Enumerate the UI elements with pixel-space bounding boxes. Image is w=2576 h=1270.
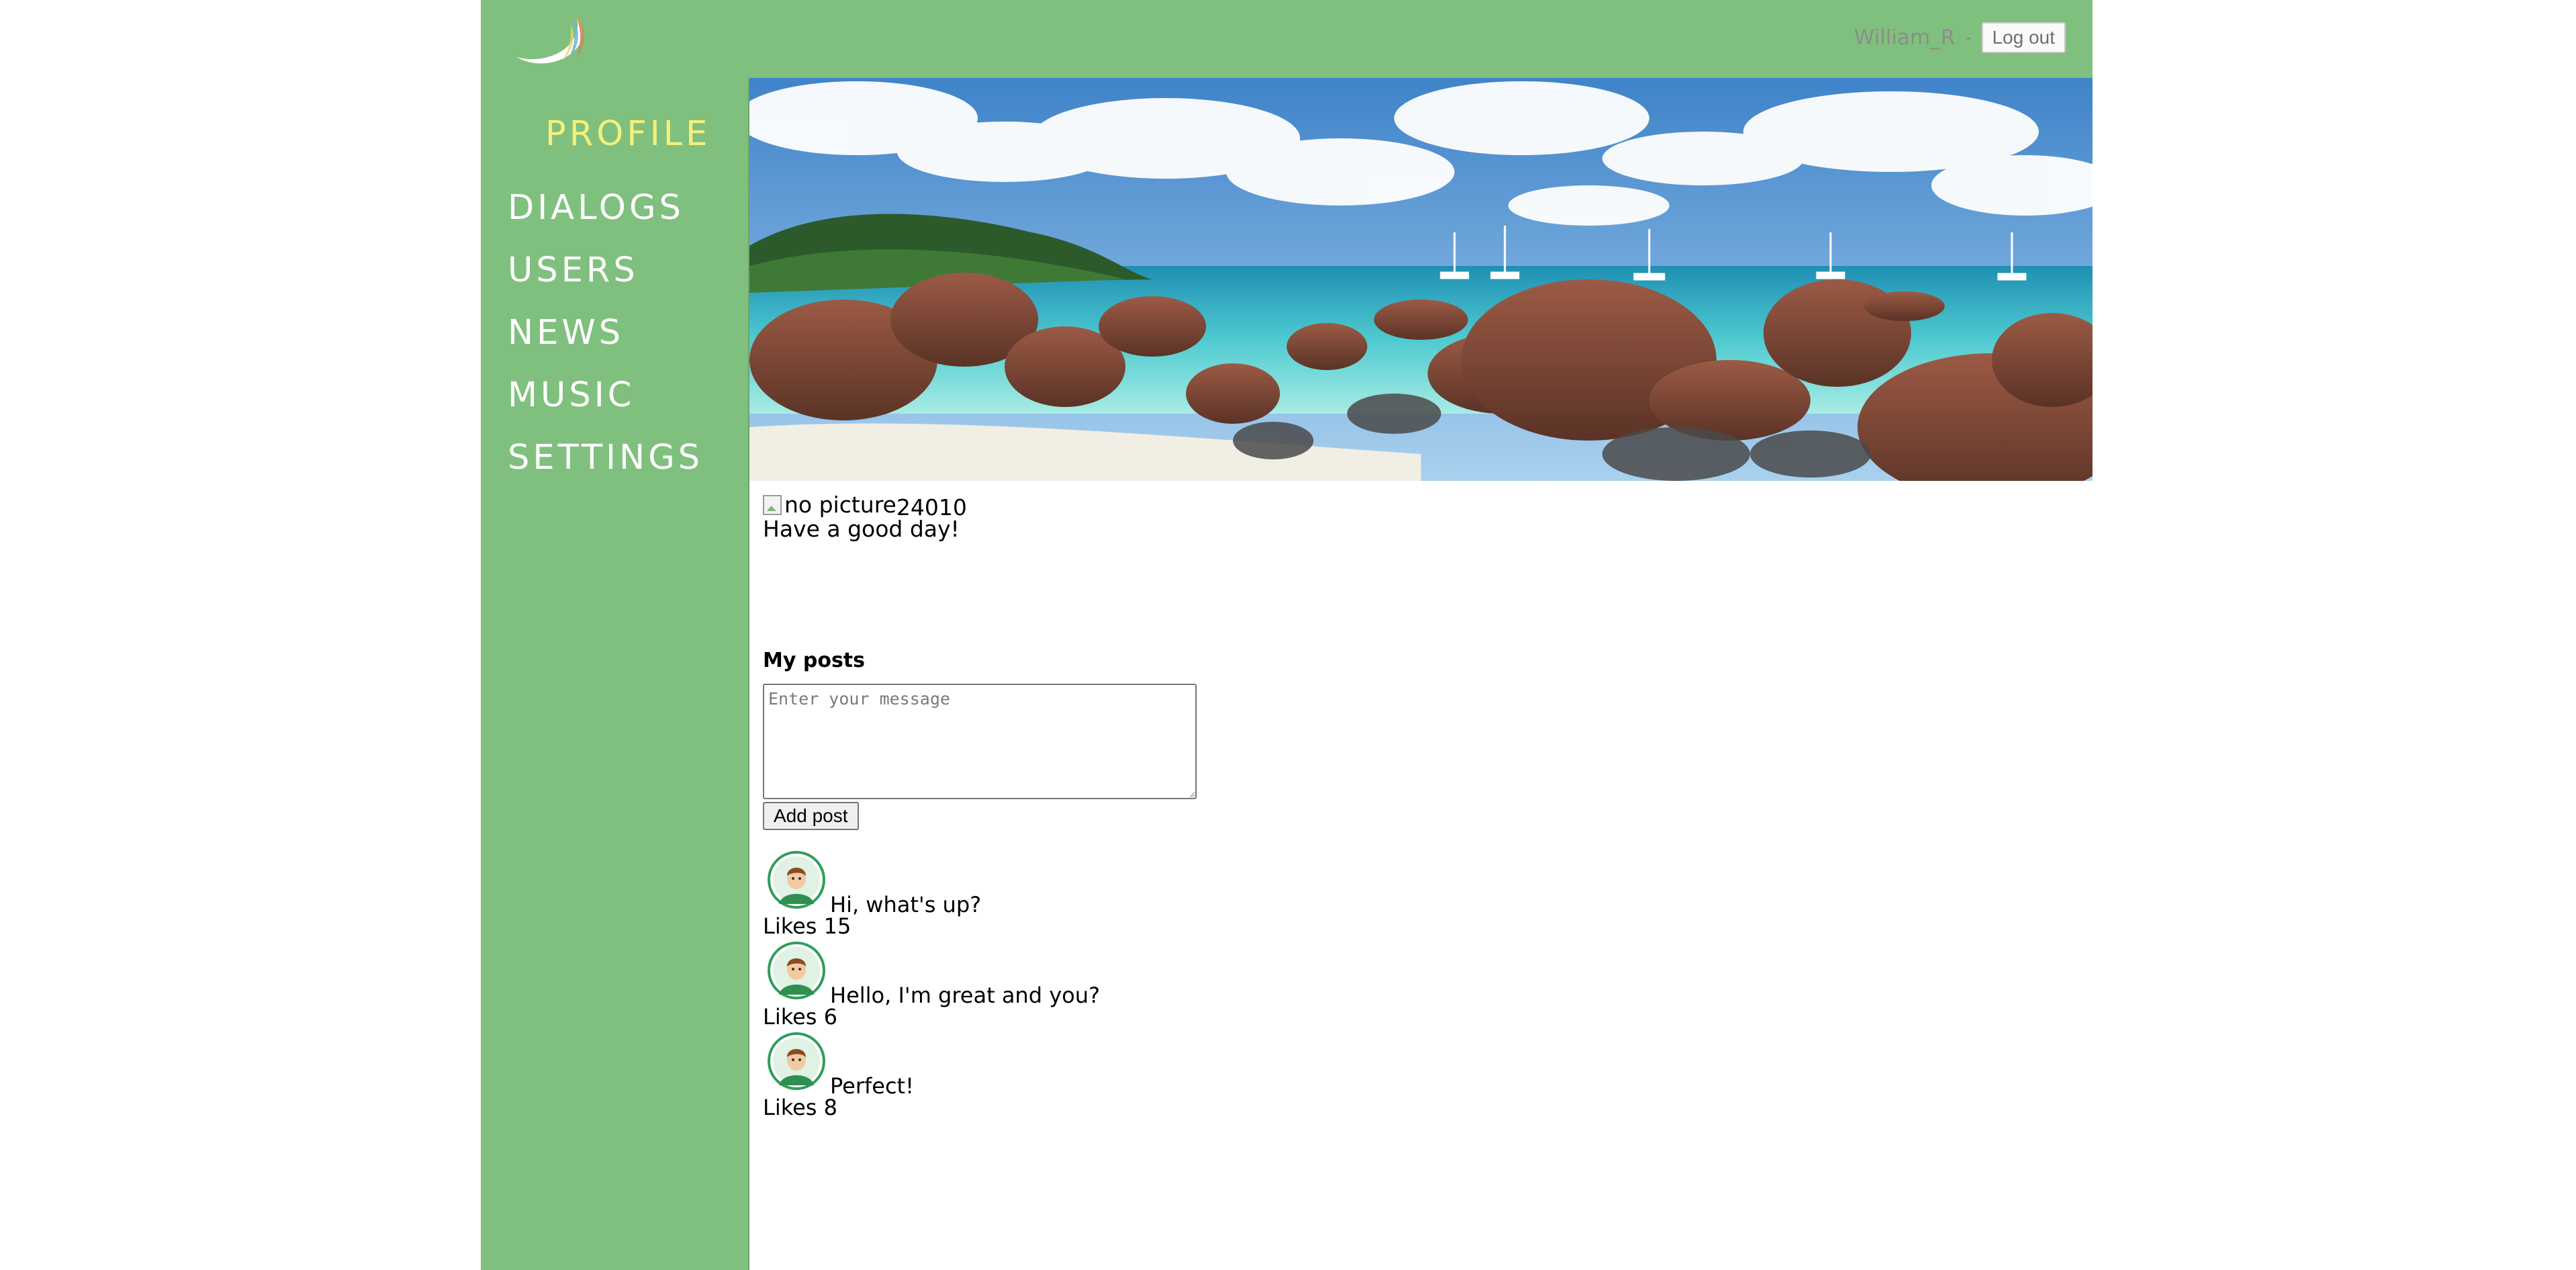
likes-label: Likes: [763, 1095, 817, 1120]
nav-item-settings[interactable]: SETTINGS: [508, 438, 703, 478]
swoosh-logo-icon[interactable]: [512, 9, 592, 66]
profile-status: Have a good day!: [763, 516, 960, 542]
avatar-alt-text: no picture: [784, 492, 896, 518]
nav-item-dialogs[interactable]: DIALOGS: [508, 188, 684, 228]
profile-info: no picture 24010 Have a good day!: [763, 494, 967, 540]
post-likes: Likes 6: [763, 1004, 837, 1030]
likes-label: Likes: [763, 1004, 817, 1030]
post-message: Perfect!: [830, 1073, 914, 1099]
app-root: William_R - Log out PROFILE DIALOGS USER…: [481, 0, 2092, 1270]
post-likes: Likes 8: [763, 1095, 837, 1120]
post-message: Hi, what's up?: [830, 892, 982, 917]
user-avatar-icon: [768, 1032, 825, 1090]
post-message: Hello, I'm great and you?: [830, 983, 1100, 1008]
user-avatar-icon: [768, 851, 825, 909]
post-item: Perfect! Likes 8: [763, 1032, 1367, 1120]
login-block: William_R - Log out: [1854, 22, 2066, 53]
profile-avatar: no picture: [763, 494, 896, 516]
broken-image-icon: [763, 495, 782, 515]
main-content: no picture 24010 Have a good day! My post…: [749, 78, 2092, 1270]
beach-banner-image: [749, 78, 2092, 481]
profile-avatar-row: no picture 24010: [763, 494, 967, 518]
user-avatar-icon: [768, 942, 825, 999]
post-item: Hi, what's up? Likes 15: [763, 850, 1367, 939]
message-input[interactable]: [763, 684, 1197, 799]
posts-title: My posts: [763, 649, 865, 672]
nav-item-users[interactable]: USERS: [508, 251, 639, 290]
separator: -: [1964, 26, 1972, 50]
add-post-button[interactable]: Add post: [763, 802, 859, 830]
user-name[interactable]: William_R: [1854, 26, 1956, 50]
nav-item-music[interactable]: MUSIC: [508, 375, 635, 415]
post-item: Hello, I'm great and you? Likes 6: [763, 941, 1367, 1030]
post-likes: Likes 15: [763, 913, 851, 939]
likes-count: 15: [823, 913, 852, 939]
top-header: William_R - Log out: [481, 0, 2092, 78]
likes-count: 6: [823, 1004, 837, 1030]
nav-item-profile[interactable]: PROFILE: [545, 114, 710, 154]
logout-button[interactable]: Log out: [1981, 22, 2066, 53]
likes-count: 8: [823, 1095, 837, 1120]
likes-label: Likes: [763, 913, 817, 939]
sidebar-nav: PROFILE DIALOGS USERS NEWS MUSIC SETTING…: [481, 78, 749, 1270]
nav-item-news[interactable]: NEWS: [508, 313, 624, 353]
